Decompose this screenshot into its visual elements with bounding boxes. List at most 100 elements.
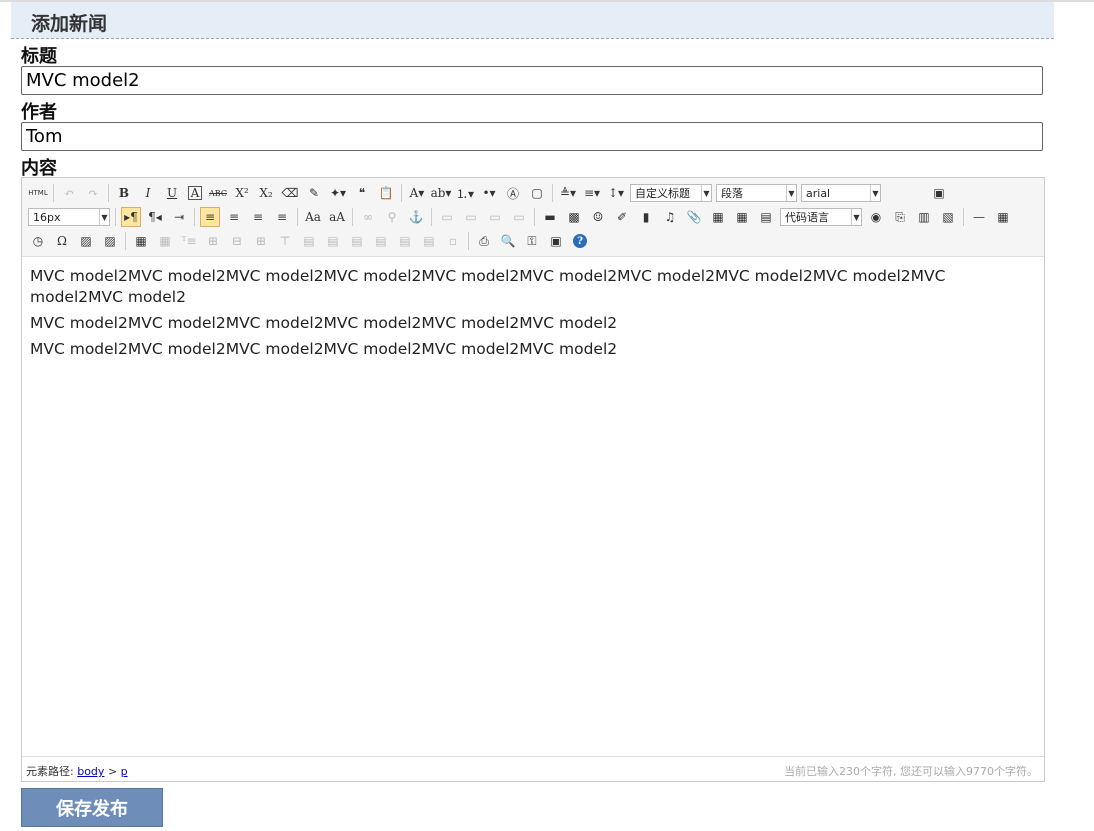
insert-row-icon[interactable]: ⊞: [203, 231, 223, 251]
split-to-rows-icon[interactable]: ▤: [395, 231, 415, 251]
remove-format-icon[interactable]: ⌫: [280, 183, 300, 203]
font-size-select[interactable]: 16px ▼: [28, 208, 110, 226]
strikethrough-icon[interactable]: ABC: [208, 183, 228, 203]
insert-col-icon[interactable]: ⊞: [251, 231, 271, 251]
forecolor-icon[interactable]: A▾: [407, 183, 427, 203]
toolbar-separator: [194, 208, 195, 226]
code-language-select-value: 代码语言: [785, 211, 829, 224]
element-path-p-link[interactable]: p: [121, 765, 128, 778]
italic-icon[interactable]: I: [138, 183, 158, 203]
toolbar-separator: [297, 208, 298, 226]
underline-icon[interactable]: U: [162, 183, 182, 203]
special-chars-icon[interactable]: Ω: [52, 231, 72, 251]
direction-ltr-icon[interactable]: ▸¶: [121, 207, 141, 227]
author-input[interactable]: [21, 122, 1043, 151]
subscript-icon[interactable]: X₂: [256, 183, 276, 203]
delete-row-icon[interactable]: ⊟: [227, 231, 247, 251]
source-html-icon[interactable]: HTML: [28, 183, 48, 203]
auto-typeset-icon[interactable]: ✦▾: [328, 183, 348, 203]
align-left-icon[interactable]: ≡: [200, 207, 220, 227]
help-icon[interactable]: ?: [573, 234, 587, 248]
toolbar-separator: [125, 232, 126, 250]
blockquote-icon[interactable]: ❝: [352, 183, 372, 203]
insert-paragraph-before-table-icon[interactable]: ᵀ≡: [179, 231, 199, 251]
map-icon[interactable]: ▦: [708, 207, 728, 227]
horizontal-rule-icon[interactable]: —: [969, 207, 989, 227]
attachment-icon[interactable]: 📎: [684, 207, 704, 227]
direction-rtl-icon[interactable]: ¶◂: [145, 207, 165, 227]
emotion-icon[interactable]: ☺: [588, 207, 608, 227]
background-icon[interactable]: ▧: [938, 207, 958, 227]
insert-image-icon[interactable]: ▩: [564, 207, 584, 227]
unordered-list-icon[interactable]: •▾: [479, 183, 499, 203]
webapp-icon[interactable]: ◉: [866, 207, 886, 227]
line-height-icon[interactable]: ↕▾: [606, 183, 626, 203]
undo-icon[interactable]: ↶: [59, 183, 79, 203]
fullscreen-icon[interactable]: ▣: [929, 183, 949, 203]
row-spacing-bottom-icon[interactable]: ≡▾: [582, 183, 602, 203]
element-path-body-link[interactable]: body: [77, 765, 104, 778]
merge-right-icon[interactable]: ▤: [323, 231, 343, 251]
to-lowercase-icon[interactable]: aA: [327, 207, 347, 227]
row-spacing-top-icon[interactable]: ≜▾: [558, 183, 578, 203]
split-to-cols-icon[interactable]: ▤: [419, 231, 439, 251]
content-paragraph: MVC model2MVC model2MVC model2MVC model2…: [30, 267, 946, 306]
image-left-icon[interactable]: ▭: [461, 207, 481, 227]
merge-cells-icon[interactable]: ▤: [299, 231, 319, 251]
font-border-icon[interactable]: A: [188, 186, 202, 200]
date-icon[interactable]: ▦: [993, 207, 1013, 227]
toolbar-separator: [468, 232, 469, 250]
drafts-icon[interactable]: ▣: [546, 231, 566, 251]
image-right-icon[interactable]: ▭: [485, 207, 505, 227]
gmap-icon[interactable]: ▦: [732, 207, 752, 227]
backcolor-icon[interactable]: ab▾: [431, 183, 452, 203]
preview-icon[interactable]: 🔍: [498, 231, 518, 251]
delete-table-icon[interactable]: ▦: [155, 231, 175, 251]
print-icon[interactable]: ⎙: [474, 231, 494, 251]
music-icon[interactable]: ♫: [660, 207, 680, 227]
image-center-icon[interactable]: ▭: [509, 207, 529, 227]
paragraph-select[interactable]: 段落 ▼: [716, 184, 797, 202]
align-justify-icon[interactable]: ≡: [272, 207, 292, 227]
ordered-list-icon[interactable]: ⒈▾: [455, 183, 475, 203]
indent-icon[interactable]: ⇥: [169, 207, 189, 227]
anchor-icon[interactable]: ⚓: [406, 207, 426, 227]
scrawl-icon[interactable]: ✐: [612, 207, 632, 227]
word-image-icon[interactable]: ▨: [76, 231, 96, 251]
paste-plain-icon[interactable]: 📋: [376, 183, 396, 203]
editor-content-area[interactable]: MVC model2MVC model2MVC model2MVC model2…: [30, 266, 1030, 365]
clear-doc-icon[interactable]: ▢: [527, 183, 547, 203]
superscript-icon[interactable]: X²: [232, 183, 252, 203]
image-none-icon[interactable]: ▭: [437, 207, 457, 227]
bold-icon[interactable]: B: [114, 183, 134, 203]
format-match-icon[interactable]: ✎: [304, 183, 324, 203]
search-replace-icon[interactable]: ⚿: [522, 231, 542, 251]
title-input[interactable]: [21, 66, 1043, 95]
snapscreen-icon[interactable]: ▨: [100, 231, 120, 251]
simple-upload-icon[interactable]: ▬: [540, 207, 560, 227]
link-icon[interactable]: ∞: [358, 207, 378, 227]
save-publish-button[interactable]: 保存发布: [21, 788, 163, 827]
time-icon[interactable]: ◷: [28, 231, 48, 251]
insert-video-icon[interactable]: ▮: [636, 207, 656, 227]
redo-icon[interactable]: ↷: [83, 183, 103, 203]
code-language-select[interactable]: 代码语言 ▼: [780, 208, 862, 226]
content-paragraph: MVC model2MVC model2MVC model2MVC model2…: [30, 340, 618, 358]
unlink-icon[interactable]: ⚲: [382, 207, 402, 227]
template-icon[interactable]: ▥: [914, 207, 934, 227]
insert-frame-icon[interactable]: ▤: [756, 207, 776, 227]
chart-icon[interactable]: ▫: [443, 231, 463, 251]
font-family-select[interactable]: arial ▼: [801, 184, 881, 202]
align-right-icon[interactable]: ≡: [248, 207, 268, 227]
align-center-icon[interactable]: ≡: [224, 207, 244, 227]
custom-heading-select[interactable]: 自定义标题 ▼: [630, 184, 712, 202]
delete-col-icon[interactable]: ⊤: [275, 231, 295, 251]
select-all-icon[interactable]: Ⓐ: [503, 183, 523, 203]
insert-table-icon[interactable]: ▦: [131, 231, 151, 251]
chevron-down-icon: ▼: [851, 209, 861, 225]
merge-down-icon[interactable]: ▤: [347, 231, 367, 251]
page-break-icon[interactable]: ⎘: [890, 207, 910, 227]
chevron-down-icon: ▼: [99, 209, 109, 225]
split-to-cells-icon[interactable]: ▤: [371, 231, 391, 251]
to-uppercase-icon[interactable]: Aa: [303, 207, 323, 227]
